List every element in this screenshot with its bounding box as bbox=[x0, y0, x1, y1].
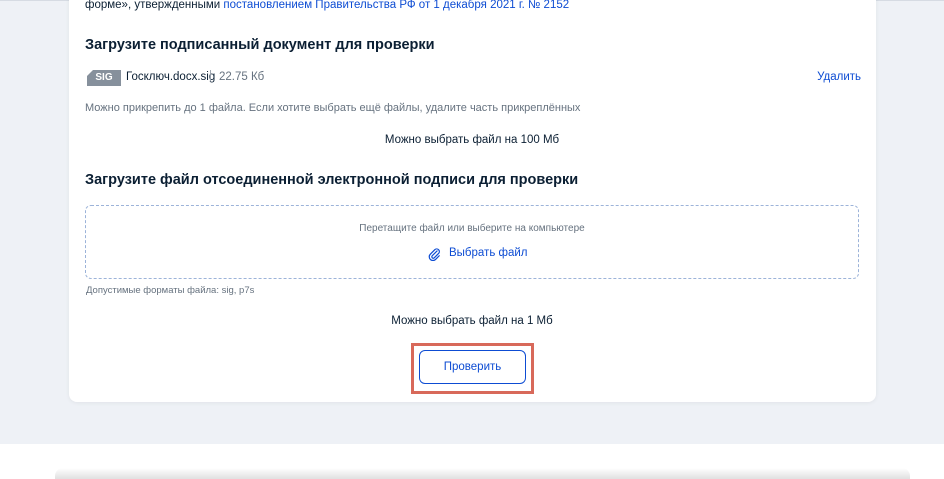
allowed-formats: Допустимые форматы файла: sig, p7s bbox=[86, 285, 255, 296]
signed-doc-heading: Загрузите подписанный документ для прове… bbox=[85, 37, 435, 53]
dropzone-text: Перетащите файл или выберите на компьюте… bbox=[359, 223, 585, 234]
paperclip-icon bbox=[428, 248, 440, 261]
signed-doc-size-limit: Можно выбрать файл на 100 Мб bbox=[384, 134, 560, 146]
footer-panel-edge bbox=[55, 468, 910, 479]
file-separator: | bbox=[209, 70, 212, 82]
file-size: 22.75 Кб bbox=[219, 71, 265, 83]
sig-file-icon: SIG bbox=[87, 70, 121, 86]
delete-file-button[interactable]: Удалить bbox=[817, 71, 861, 83]
file-dropzone[interactable]: Перетащите файл или выберите на компьюте… bbox=[85, 205, 859, 279]
intro-text: форме», утвержденными постановлением Пра… bbox=[85, 0, 569, 11]
attached-file-row: SIG Госключ.docx.sig | 22.75 Кб Удалить bbox=[85, 69, 861, 87]
file-name: Госключ.docx.sig bbox=[126, 71, 216, 83]
detached-sig-size-limit: Можно выбрать файл на 1 Мб bbox=[391, 315, 553, 327]
choose-file-button[interactable]: Выбрать файл bbox=[449, 247, 528, 259]
detached-sig-heading: Загрузите файл отсоединенной электронной… bbox=[85, 172, 579, 188]
intro-prefix: форме», утвержденными bbox=[85, 0, 224, 11]
regulation-link[interactable]: постановлением Правительства РФ от 1 дек… bbox=[223, 0, 569, 11]
verification-card bbox=[69, 0, 876, 402]
attach-limit-hint: Можно прикрепить до 1 файла. Если хотите… bbox=[85, 102, 581, 114]
check-button[interactable]: Проверить bbox=[419, 350, 526, 384]
